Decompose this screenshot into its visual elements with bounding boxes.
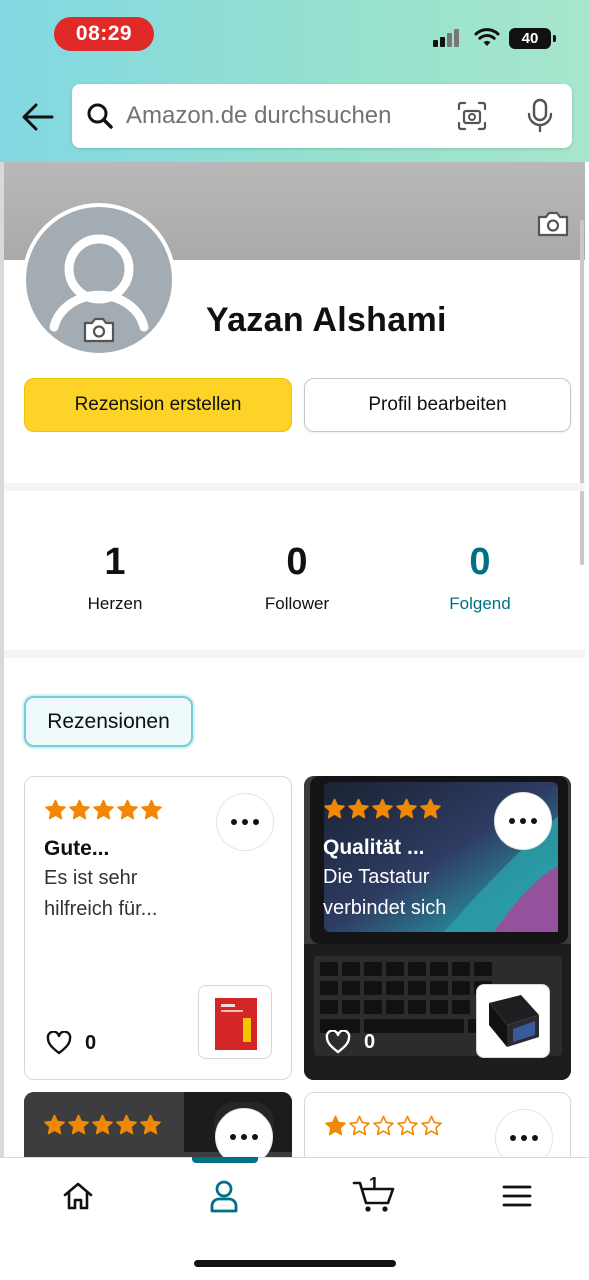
nav-profile[interactable] <box>199 1176 249 1216</box>
stat-value: 0 <box>286 541 308 583</box>
ellipsis-icon <box>231 819 259 825</box>
avatar-camera-icon[interactable] <box>82 316 116 344</box>
search-input[interactable] <box>126 96 446 136</box>
stat-value: 1 <box>104 541 126 583</box>
star-filled-icon <box>44 1114 65 1135</box>
stat-label: Folgend <box>449 594 511 613</box>
star-rating <box>44 799 163 821</box>
scroll-indicator[interactable] <box>580 220 584 565</box>
star-filled-icon <box>117 799 138 820</box>
star-filled-icon <box>324 798 345 819</box>
product-image <box>489 995 539 1047</box>
cover-camera-icon[interactable] <box>536 210 570 238</box>
star-filled-icon <box>420 798 441 819</box>
stat-followers[interactable]: 0 Follower <box>217 540 377 614</box>
stat-value: 0 <box>469 541 491 583</box>
like-count: 0 <box>85 1032 97 1054</box>
star-filled-icon <box>68 1114 89 1135</box>
review-text-line: verbindet sich <box>323 897 447 919</box>
heart-icon[interactable] <box>46 1031 72 1055</box>
battery-icon: 40 <box>509 28 556 49</box>
cell-signal-icon <box>433 29 463 47</box>
star-rating <box>323 798 442 820</box>
star-rating <box>324 1115 443 1137</box>
status-time: 08:29 <box>54 17 154 51</box>
active-tab-indicator <box>192 1157 258 1163</box>
ellipsis-icon <box>509 818 537 824</box>
nav-home[interactable] <box>53 1176 103 1216</box>
profile-name: Yazan Alshami <box>206 301 447 339</box>
section-divider <box>4 483 585 491</box>
stat-label: Follower <box>264 594 330 613</box>
star-filled-icon <box>140 1114 161 1135</box>
star-filled-icon <box>348 798 369 819</box>
review-text-line: Die Tastatur <box>323 866 430 888</box>
more-options-button[interactable] <box>216 793 274 851</box>
star-rating <box>43 1114 162 1136</box>
stat-following[interactable]: 0 Folgend <box>400 540 560 614</box>
review-card[interactable]: Gute... Es ist sehr hilfreich für... 0 <box>24 776 292 1080</box>
star-filled-icon <box>141 799 162 820</box>
star-filled-icon <box>69 799 90 820</box>
star-filled-icon <box>396 798 417 819</box>
product-image <box>215 998 257 1050</box>
product-thumbnail[interactable] <box>476 984 550 1058</box>
star-filled-icon <box>92 1114 113 1135</box>
search-bar[interactable] <box>72 84 572 148</box>
ellipsis-icon <box>510 1135 538 1141</box>
camera-search-icon[interactable] <box>456 100 488 132</box>
star-filled-icon <box>325 1115 346 1136</box>
back-arrow-icon[interactable] <box>20 100 56 134</box>
star-empty-icon <box>349 1115 370 1136</box>
star-filled-icon <box>45 799 66 820</box>
home-icon <box>63 1182 93 1210</box>
reviews-filter-chip[interactable]: Rezensionen <box>24 696 193 747</box>
nav-menu[interactable] <box>492 1176 542 1216</box>
stat-label: Herzen <box>87 594 143 613</box>
cart-count-badge: 1 <box>369 1174 380 1194</box>
section-divider <box>4 650 585 658</box>
star-filled-icon <box>372 798 393 819</box>
wifi-icon <box>474 28 500 46</box>
star-empty-icon <box>421 1115 442 1136</box>
star-filled-icon <box>93 799 114 820</box>
star-empty-icon <box>397 1115 418 1136</box>
stat-hearts[interactable]: 1 Herzen <box>35 540 195 614</box>
review-title: Qualität ... <box>323 836 425 859</box>
create-review-button[interactable]: Rezension erstellen <box>24 378 292 432</box>
profile-icon <box>210 1180 238 1213</box>
more-options-button[interactable] <box>494 792 552 850</box>
review-text-line: Es ist sehr <box>44 867 138 889</box>
review-title: Gute... <box>44 837 110 860</box>
ellipsis-icon <box>230 1134 258 1140</box>
review-card[interactable]: Qualität ... Die Tastatur verbindet sich… <box>304 776 571 1080</box>
app-header: 08:29 40 <box>0 0 589 162</box>
search-icon <box>87 103 113 129</box>
microphone-icon[interactable] <box>526 98 554 134</box>
star-filled-icon <box>116 1114 137 1135</box>
product-thumbnail[interactable] <box>198 985 272 1059</box>
like-count: 0 <box>364 1031 376 1053</box>
left-edge <box>0 162 4 1162</box>
home-indicator[interactable] <box>194 1260 396 1267</box>
star-empty-icon <box>373 1115 394 1136</box>
review-text-line: hilfreich für... <box>44 898 158 920</box>
menu-icon <box>502 1185 532 1207</box>
edit-profile-button[interactable]: Profil bearbeiten <box>304 378 571 432</box>
heart-icon[interactable] <box>325 1030 351 1054</box>
